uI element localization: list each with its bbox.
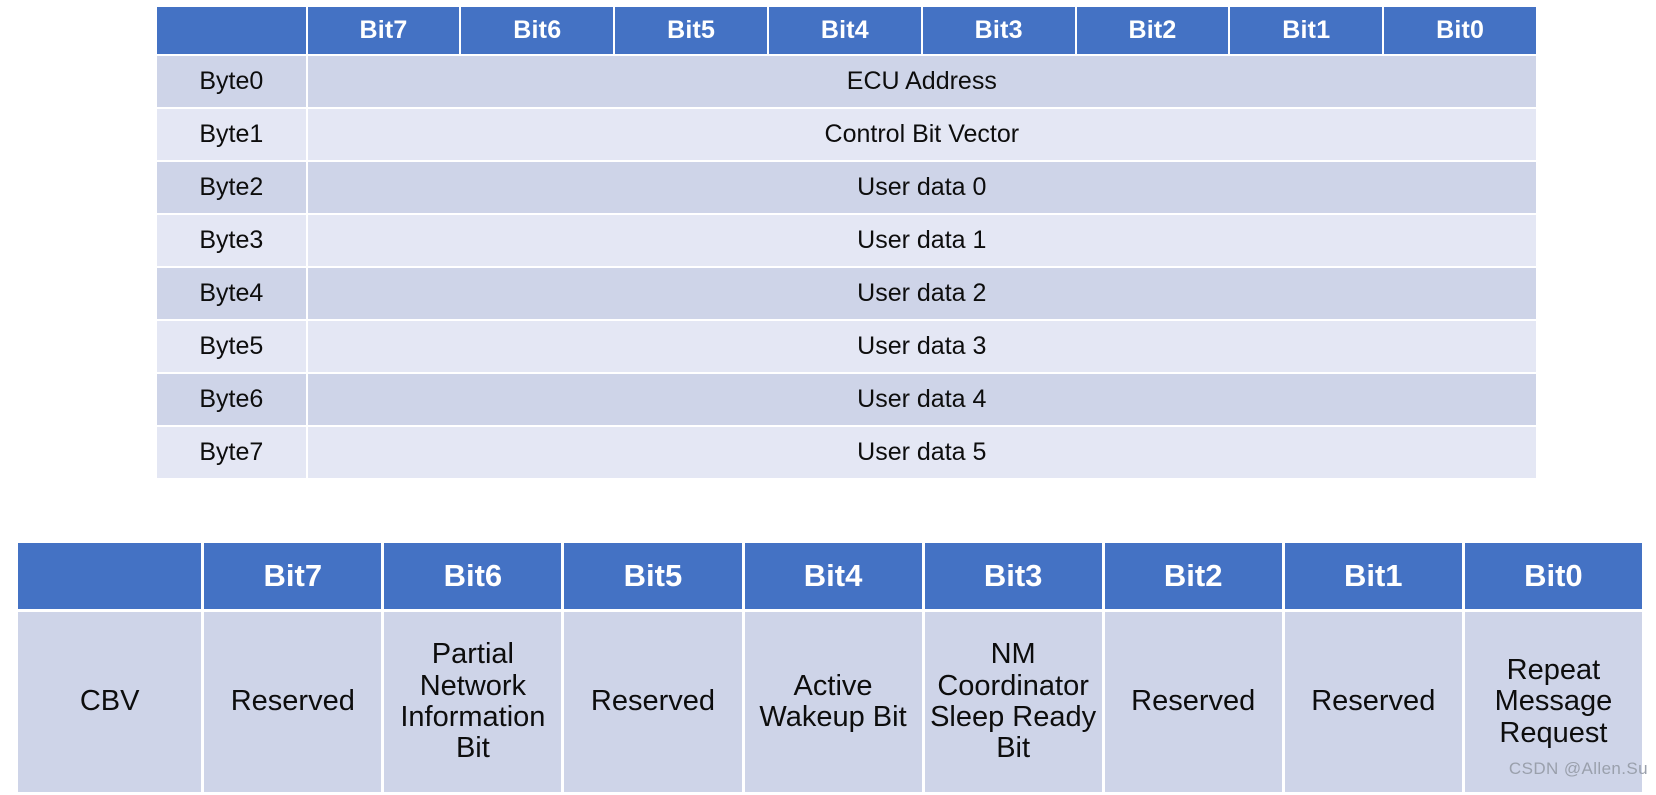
table-row: Byte7 User data 5 [157,427,1536,478]
cbv-header-bit7: Bit7 [204,543,382,609]
table-row: Byte0 ECU Address [157,56,1536,107]
nm-pdu-byte-label: Byte0 [157,56,306,107]
nm-pdu-header-bit7: Bit7 [307,7,460,54]
nm-pdu-byte-content: User data 2 [307,268,1536,319]
nm-pdu-header-corner [157,7,306,54]
nm-pdu-header-bit5: Bit5 [615,7,767,54]
table-row: Byte2 User data 0 [157,162,1536,213]
cbv-row-label: CBV [18,612,202,792]
nm-pdu-byte-label: Byte3 [157,215,306,266]
nm-pdu-byte-content: User data 4 [307,374,1536,425]
cbv-bit5-value: Reserved [564,612,742,792]
cbv-header-bit1: Bit1 [1284,543,1462,609]
table-row: Byte1 Control Bit Vector [157,109,1536,160]
nm-pdu-header-bit1: Bit1 [1230,7,1383,54]
nm-pdu-byte-content: User data 1 [307,215,1536,266]
cbv-header-row: Bit7 Bit6 Bit5 Bit4 Bit3 Bit2 Bit1 Bit0 [18,543,1642,609]
nm-pdu-byte-label: Byte5 [157,321,306,372]
nm-pdu-header-bit2: Bit2 [1076,7,1229,54]
cbv-bit7-value: Reserved [204,612,382,792]
cbv-table-body: CBV Reserved Partial Network Information… [18,612,1642,792]
nm-pdu-header-bit6: Bit6 [461,7,614,54]
cbv-header-bit3: Bit3 [924,543,1102,609]
cbv-bit2-value: Reserved [1104,612,1282,792]
table-row: CBV Reserved Partial Network Information… [18,612,1642,792]
nm-pdu-byte-content: User data 0 [307,162,1536,213]
nm-pdu-byte-label: Byte6 [157,374,306,425]
nm-pdu-byte-label: Byte4 [157,268,306,319]
nm-pdu-table-body: Byte0 ECU Address Byte1 Control Bit Vect… [157,56,1536,478]
table-row: Byte4 User data 2 [157,268,1536,319]
cbv-bit4-value: Active Wakeup Bit [744,612,922,792]
cbv-bit6-value: Partial Network Information Bit [384,612,562,792]
table-row: Byte5 User data 3 [157,321,1536,372]
cbv-table-header: Bit7 Bit6 Bit5 Bit4 Bit3 Bit2 Bit1 Bit0 [18,543,1642,609]
nm-pdu-header-bit0: Bit0 [1384,7,1536,54]
nm-pdu-header-bit4: Bit4 [769,7,921,54]
cbv-bit3-value: NM Coordinator Sleep Ready Bit [924,612,1102,792]
nm-pdu-byte-label: Byte7 [157,427,306,478]
cbv-header-corner [18,543,202,609]
cbv-header-bit4: Bit4 [744,543,922,609]
table-row: Byte6 User data 4 [157,374,1536,425]
nm-pdu-byte-label: Byte2 [157,162,306,213]
nm-pdu-byte-content: Control Bit Vector [307,109,1536,160]
nm-pdu-table: Bit7 Bit6 Bit5 Bit4 Bit3 Bit2 Bit1 Bit0 … [155,5,1538,480]
cbv-header-bit6: Bit6 [384,543,562,609]
nm-pdu-byte-label: Byte1 [157,109,306,160]
cbv-bit0-value: Repeat Message Request [1464,612,1642,792]
nm-pdu-byte-content: User data 5 [307,427,1536,478]
nm-pdu-header-row: Bit7 Bit6 Bit5 Bit4 Bit3 Bit2 Bit1 Bit0 [157,7,1536,54]
cbv-header-bit2: Bit2 [1104,543,1282,609]
nm-pdu-byte-content: ECU Address [307,56,1536,107]
cbv-header-bit5: Bit5 [564,543,742,609]
cbv-table: Bit7 Bit6 Bit5 Bit4 Bit3 Bit2 Bit1 Bit0 … [15,540,1645,795]
table-row: Byte3 User data 1 [157,215,1536,266]
cbv-header-bit0: Bit0 [1464,543,1642,609]
nm-pdu-header-bit3: Bit3 [922,7,1075,54]
nm-pdu-byte-content: User data 3 [307,321,1536,372]
cbv-bit1-value: Reserved [1284,612,1462,792]
nm-pdu-table-header: Bit7 Bit6 Bit5 Bit4 Bit3 Bit2 Bit1 Bit0 [157,7,1536,54]
